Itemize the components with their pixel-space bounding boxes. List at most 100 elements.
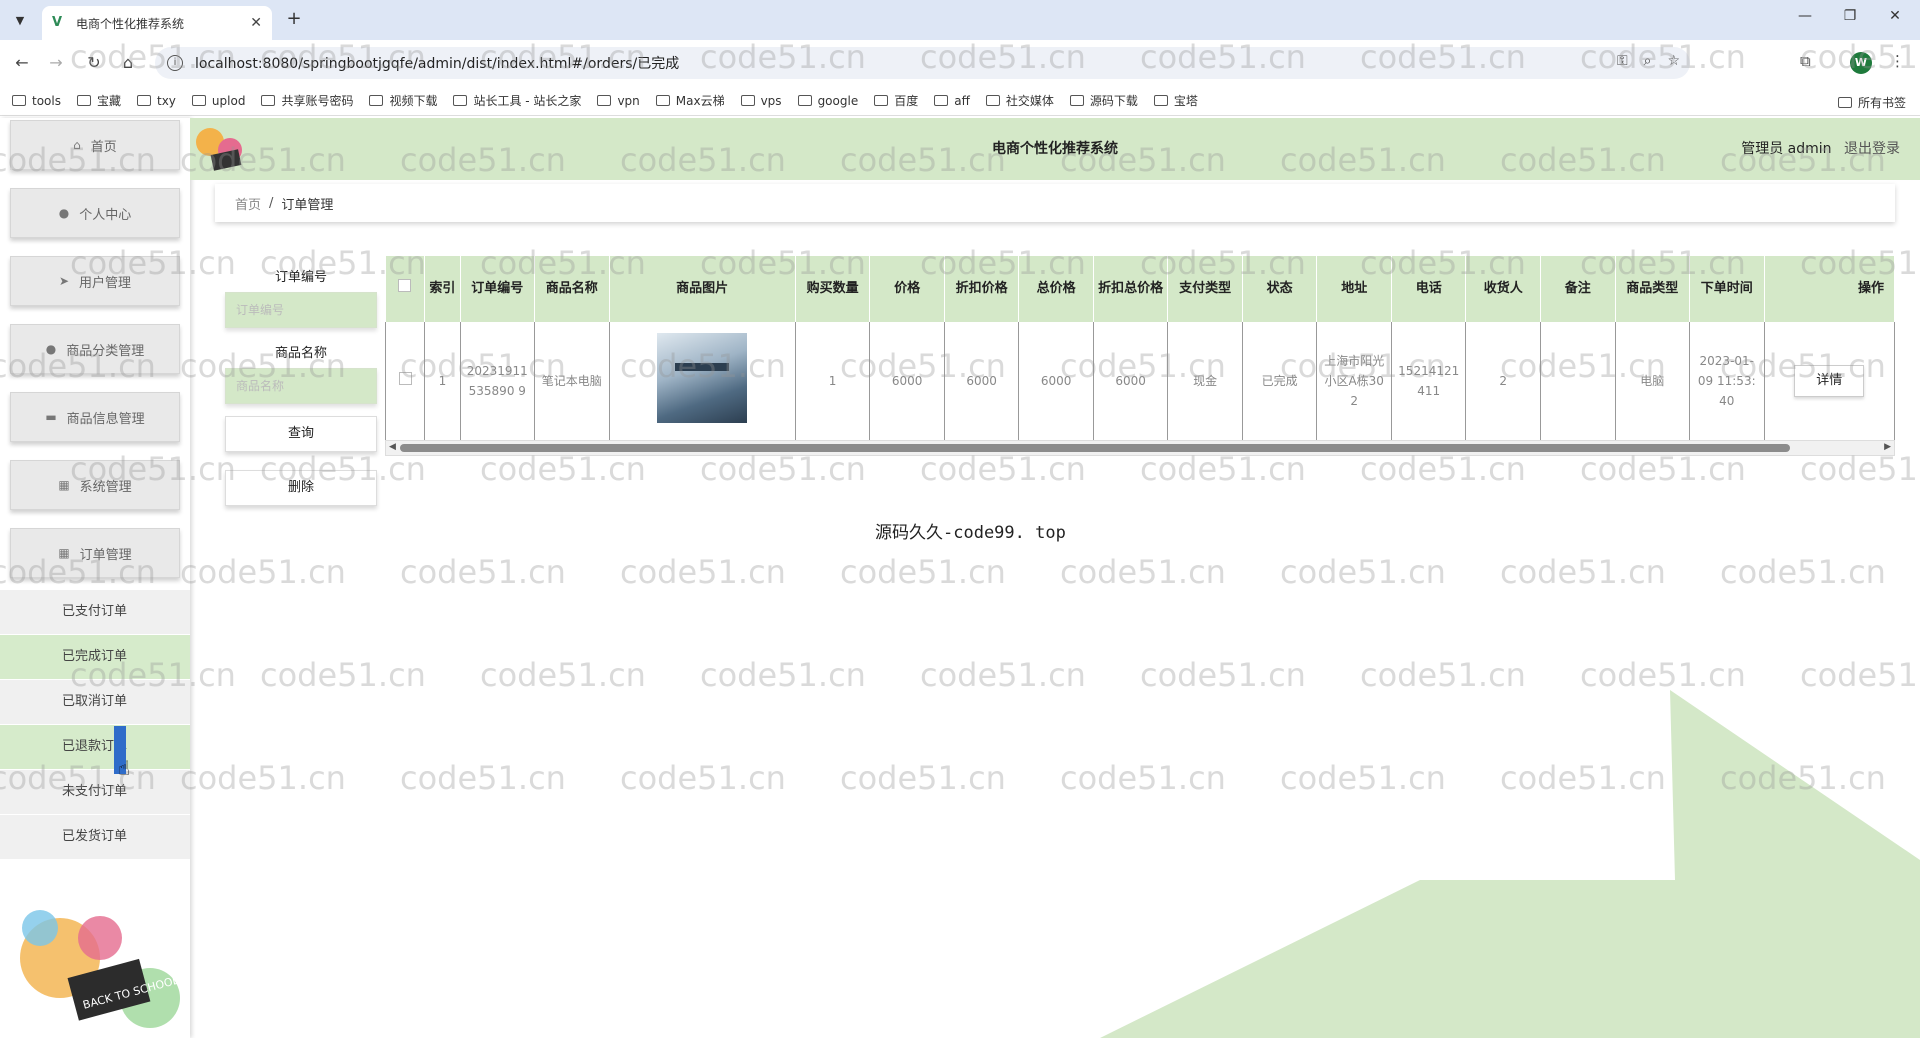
vue-favicon-icon: V <box>52 15 63 30</box>
bookmark-item[interactable]: Max云梯 <box>655 92 725 109</box>
home-icon[interactable]: ⌂ <box>116 52 140 76</box>
minimize-icon[interactable]: — <box>1790 8 1820 24</box>
cell-discount-total: 6000 <box>1093 322 1169 441</box>
bookmark-item[interactable]: vps <box>740 93 782 108</box>
watermark-text: code51.cn <box>1360 656 1526 694</box>
back-icon[interactable]: ← <box>10 52 34 76</box>
all-bookmarks[interactable]: 所有书签 <box>1837 94 1906 111</box>
folder-icon <box>985 95 1000 106</box>
sidebar-menu-item[interactable]: ➤ 用户管理 <box>10 256 180 306</box>
sidebar-submenu-item[interactable]: 已发货订单 <box>0 815 190 859</box>
watermark-text: code51.cn <box>1500 553 1666 591</box>
watermark-text: code51.cn <box>1800 656 1920 694</box>
sidebar-submenu-item[interactable]: 未支付订单 <box>0 770 190 814</box>
bookmark-item[interactable]: tools <box>12 94 61 108</box>
sidebar-menu-label: 订单管理 <box>79 547 132 563</box>
order-no-input[interactable]: 订单编号 <box>225 292 377 328</box>
detail-button[interactable]: 详情 <box>1794 364 1865 397</box>
select-all-header <box>385 256 426 322</box>
zoom-icon[interactable]: ⌕ <box>1644 53 1652 69</box>
bookmark-item[interactable]: 视频下载 <box>369 92 437 109</box>
bookmark-label: aff <box>954 93 970 108</box>
sidebar-menu-item[interactable]: ● 个人中心 <box>10 188 180 238</box>
query-button[interactable]: 查询 <box>225 416 377 452</box>
row-checkbox[interactable] <box>398 371 412 385</box>
bookmark-item[interactable]: aff <box>934 94 970 108</box>
sidebar-menu-label: 用户管理 <box>79 275 132 291</box>
bookmark-item[interactable]: 共享账号密码 <box>261 92 353 109</box>
sidebar-menu-item[interactable]: ▦ 系统管理 <box>10 460 180 510</box>
bookmark-item[interactable]: 百度 <box>874 92 918 109</box>
sidebar-submenu-item[interactable]: 已取消订单 <box>0 680 190 724</box>
cell-price: 6000 <box>869 322 945 441</box>
col-discount-price: 折扣价格 <box>944 256 1020 322</box>
row-select-cell <box>384 322 426 441</box>
cell-address: 上海市阳光小区A栋302 <box>1316 322 1392 441</box>
bookmark-label: vps <box>760 93 782 108</box>
restore-icon[interactable]: ❐ <box>1835 8 1865 24</box>
bookmark-item[interactable]: txy <box>137 94 176 108</box>
bookmark-label: txy <box>157 93 176 108</box>
scrollbar-thumb[interactable] <box>400 444 1790 452</box>
profile-avatar[interactable]: W <box>1850 52 1872 74</box>
product-name-input[interactable]: 商品名称 <box>225 368 377 404</box>
browser-toolbar: ← → ↻ ⌂ i localhost:8080/springbootjgqfe… <box>0 40 1920 86</box>
cell-discount-price: 6000 <box>944 322 1020 441</box>
col-action: 操作 <box>1764 256 1896 322</box>
scroll-right-arrow-icon[interactable]: ▶ <box>1884 442 1891 452</box>
bookmark-label: google <box>817 93 859 108</box>
sidebar-menu-item[interactable]: ▬ 商品信息管理 <box>10 392 180 442</box>
folder-icon <box>137 95 151 106</box>
more-menu-icon[interactable]: ⋮ <box>1890 52 1905 70</box>
bookmark-item[interactable]: 社交媒体 <box>985 92 1054 109</box>
reload-icon[interactable]: ↻ <box>82 52 106 76</box>
watermark-text: code51.cn <box>1140 656 1306 694</box>
scroll-left-arrow-icon[interactable]: ◀ <box>389 442 396 452</box>
address-bar[interactable]: i localhost:8080/springbootjgqfe/admin/d… <box>155 47 1690 79</box>
bookmark-item[interactable]: vpn <box>597 94 640 108</box>
close-window-icon[interactable]: ✕ <box>1880 8 1910 24</box>
bookmark-item[interactable]: uplod <box>191 94 245 108</box>
folder-icon <box>12 95 26 106</box>
select-all-checkbox[interactable] <box>398 279 412 292</box>
product-name-label: 商品名称 <box>274 346 327 361</box>
watermark-text: code51.cn <box>400 553 566 591</box>
close-tab-icon[interactable]: ✕ <box>250 15 262 31</box>
delete-button[interactable]: 删除 <box>225 470 377 506</box>
sidebar-menu-item[interactable]: ⌂ 首页 <box>10 120 180 170</box>
watermark-text: code51.cn <box>480 656 646 694</box>
tab-list-chevron-icon[interactable]: ▼ <box>8 8 32 32</box>
col-pay-type: 支付类型 <box>1167 256 1243 322</box>
cell-order-time: 2023-01-09 11:53:40 <box>1689 322 1765 441</box>
sidebar-submenu-item[interactable]: 已支付订单 <box>0 590 190 634</box>
cell-status: 已完成 <box>1242 322 1318 441</box>
bookmark-item[interactable]: 站长工具 - 站长之家 <box>453 92 581 109</box>
forward-icon[interactable]: → <box>44 52 68 76</box>
bookmark-item[interactable]: 源码下载 <box>1069 92 1138 109</box>
col-address: 地址 <box>1316 256 1392 322</box>
key-icon[interactable]: ⚿ <box>1617 53 1628 69</box>
site-info-icon[interactable]: i <box>167 55 183 71</box>
bookmark-item[interactable]: 宝塔 <box>1153 92 1198 109</box>
logout-link[interactable]: 退出登录 <box>1844 141 1900 157</box>
new-tab-icon[interactable]: + <box>282 8 306 32</box>
sidebar-submenu-item[interactable]: 已完成订单 <box>0 635 190 679</box>
breadcrumb-separator: / <box>269 195 274 211</box>
sidebar-menu-item[interactable]: ▦ 订单管理 <box>10 528 180 578</box>
col-order-time: 下单时间 <box>1689 256 1765 322</box>
watermark-text: code51.cn <box>1280 553 1446 591</box>
cell-action: 详情 <box>1764 322 1896 441</box>
cell-index: 1 <box>424 322 461 441</box>
extensions-icon[interactable]: ⧉ <box>1800 52 1811 70</box>
sidebar-submenu-item[interactable]: 已退款订单 <box>0 725 190 769</box>
bookmark-item[interactable]: 宝藏 <box>76 92 121 109</box>
table-horizontal-scrollbar[interactable]: ◀ ▶ <box>385 440 1895 456</box>
sidebar-menu-item[interactable]: ● 商品分类管理 <box>10 324 180 374</box>
browser-tab[interactable]: V 电商个性化推荐系统 ✕ <box>42 6 272 40</box>
bookmark-star-icon[interactable]: ☆ <box>1667 53 1680 69</box>
breadcrumb: 首页 / 订单管理 <box>215 184 1895 222</box>
current-user: 管理员 admin <box>1741 141 1832 157</box>
breadcrumb-home[interactable]: 首页 <box>235 194 261 213</box>
bookmark-item[interactable]: google <box>797 93 859 108</box>
grid-icon: ▦ <box>58 478 70 492</box>
